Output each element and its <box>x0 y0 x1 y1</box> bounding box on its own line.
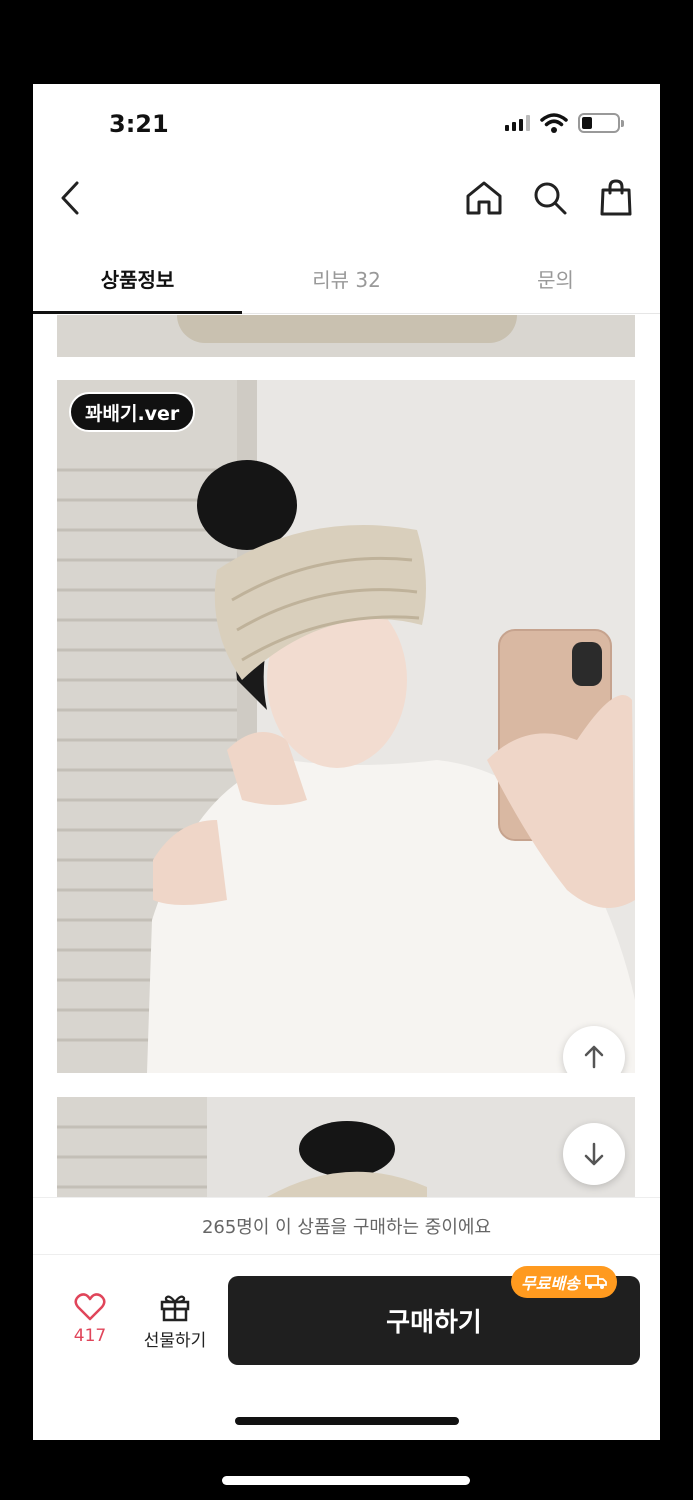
gift-label: 선물하기 <box>143 1331 207 1351</box>
product-photo <box>57 380 635 1073</box>
gift-icon <box>160 1295 190 1322</box>
home-indicator[interactable] <box>235 1417 459 1425</box>
tab-reviews[interactable]: 리뷰 32 <box>242 244 451 313</box>
cart-button[interactable] <box>594 176 638 220</box>
wifi-icon <box>540 113 568 133</box>
free-shipping-label: 무료배송 <box>521 1274 580 1293</box>
battery-icon <box>578 113 624 133</box>
arrow-up-icon <box>584 1045 604 1069</box>
delivery-truck-icon <box>584 1275 607 1289</box>
cellular-signal-icon <box>505 115 530 131</box>
gift-button[interactable]: 선물하기 <box>137 1292 213 1351</box>
tab-inquiry[interactable]: 문의 <box>451 244 660 313</box>
shopping-bag-icon <box>600 179 632 216</box>
free-shipping-badge: 무료배송 <box>511 1266 617 1298</box>
product-detail-content[interactable]: 꽈배기.ver <box>33 315 660 1197</box>
nav-actions <box>462 176 638 220</box>
tab-bar: 상품정보 리뷰 32 문의 <box>33 244 660 314</box>
product-image-previous <box>57 315 635 357</box>
scroll-down-button[interactable] <box>563 1123 625 1185</box>
search-button[interactable] <box>528 176 572 220</box>
status-time: 3:21 <box>109 110 169 138</box>
buying-now-notice: 265명이 이 상품을 구매하는 중이에요 <box>33 1197 660 1255</box>
home-button[interactable] <box>462 176 506 220</box>
heart-icon <box>74 1293 106 1321</box>
search-icon <box>534 182 567 215</box>
product-image-main: 꽈배기.ver <box>57 380 635 1073</box>
purchase-action-bar: 417 선물하기 구매하기 무료배송 <box>33 1256 660 1386</box>
like-button[interactable]: 417 <box>57 1292 123 1346</box>
back-button[interactable] <box>55 176 85 220</box>
status-icons <box>505 112 624 134</box>
home-icon <box>466 181 502 215</box>
product-image-next <box>57 1097 635 1197</box>
version-badge: 꽈배기.ver <box>69 392 196 432</box>
phone-screen: 3:21 상품정보 리뷰 32 문의 꽈배기.ver 265명이 이 상품을 구… <box>33 84 660 1440</box>
like-count: 417 <box>73 1326 107 1346</box>
arrow-down-icon <box>584 1142 604 1166</box>
outer-home-indicator <box>222 1476 470 1485</box>
tab-product-info[interactable]: 상품정보 <box>33 244 242 314</box>
chevron-left-icon <box>61 181 79 215</box>
